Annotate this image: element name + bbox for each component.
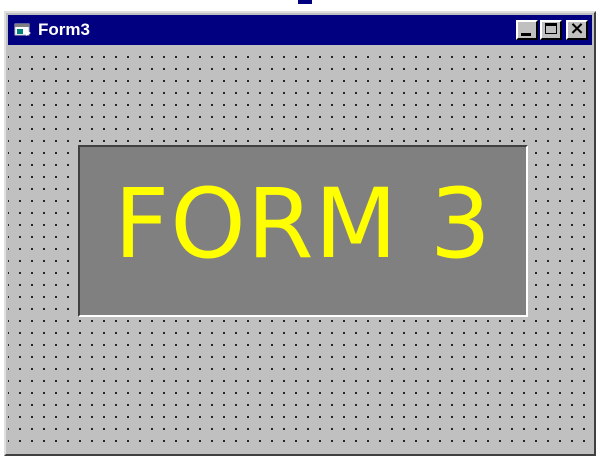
form-design-surface[interactable]: FORM 3 <box>8 47 592 452</box>
form-window-icon[interactable] <box>14 23 32 37</box>
minimize-button[interactable] <box>516 20 538 40</box>
form3-window: Form3 × FORM 3 <box>4 11 596 456</box>
close-button[interactable]: × <box>566 18 588 40</box>
form-label-text: FORM 3 <box>114 168 492 280</box>
maximize-icon <box>545 23 557 34</box>
close-icon: × <box>569 18 585 39</box>
top-resize-handle[interactable] <box>298 0 312 4</box>
title-bar[interactable]: Form3 × <box>8 15 592 45</box>
form-label[interactable]: FORM 3 <box>78 145 528 317</box>
maximize-button[interactable] <box>540 20 562 40</box>
minimize-icon <box>521 33 531 36</box>
window-title: Form3 <box>38 20 90 39</box>
